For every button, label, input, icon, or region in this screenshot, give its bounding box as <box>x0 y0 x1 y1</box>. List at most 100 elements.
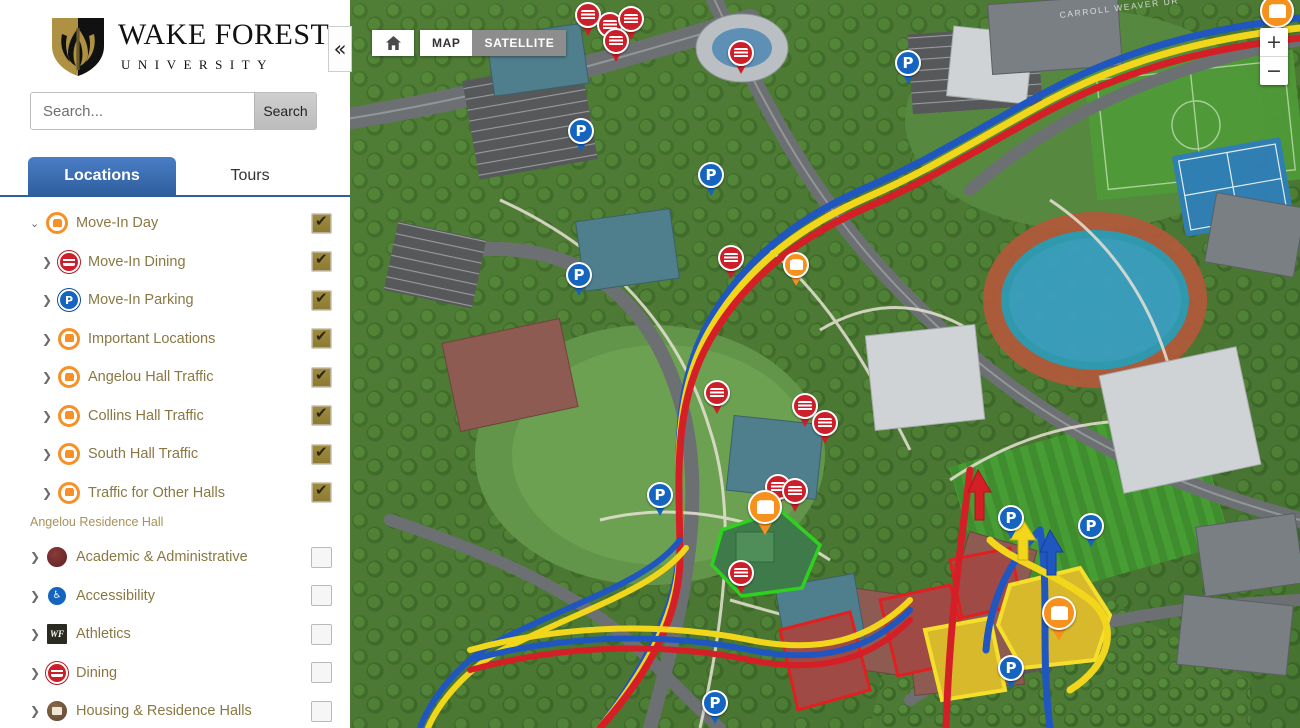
layer-checkbox[interactable] <box>311 327 332 350</box>
search-button[interactable]: Search <box>254 93 316 129</box>
important-orange-pin-icon <box>58 481 80 504</box>
tree-item-label: Traffic for Other Halls <box>88 484 225 501</box>
zoom-in-button[interactable]: + <box>1260 28 1288 56</box>
dining-marker[interactable] <box>728 560 754 594</box>
layer-checkbox[interactable] <box>311 443 332 465</box>
chevron-right-icon[interactable]: ❯ <box>30 551 46 563</box>
layer-checkbox[interactable] <box>311 546 332 568</box>
parking-marker[interactable]: P <box>895 50 921 84</box>
tree-row[interactable]: ❯ ♿ Accessibility <box>0 577 350 616</box>
dining-marker[interactable] <box>812 410 838 444</box>
search-row: Search <box>0 86 350 130</box>
brand-name-line1: WAKE FOREST <box>118 18 330 51</box>
chevron-right-icon[interactable]: ❯ <box>42 294 58 306</box>
tree-row[interactable]: ⌄ Move-In Day <box>0 204 350 243</box>
important-marker[interactable] <box>1042 596 1076 641</box>
chevron-right-icon[interactable]: ❯ <box>30 590 46 602</box>
chevron-down-icon[interactable]: ⌄ <box>30 218 46 229</box>
parking-marker[interactable]: P <box>566 262 592 296</box>
tree-item-label: Dining <box>76 664 118 681</box>
tree-item-label: Athletics <box>76 626 131 643</box>
tree-item-label: Housing & Residence Halls <box>76 703 252 720</box>
chevron-right-icon[interactable]: ❯ <box>42 448 58 460</box>
dining-marker[interactable] <box>718 245 744 279</box>
dining-marker[interactable] <box>728 40 754 74</box>
tab-locations[interactable]: Locations <box>28 157 176 195</box>
layer-checkbox[interactable] <box>311 623 332 645</box>
parking-marker[interactable]: P <box>647 482 673 516</box>
search-box[interactable]: Search <box>30 92 317 130</box>
brand-header: WAKE FOREST UNIVERSITY <box>0 0 350 86</box>
tree-item-label: Important Locations <box>88 330 216 347</box>
tree-row[interactable]: ❯ Collins Hall Traffic <box>0 397 350 436</box>
tree-row[interactable]: ❯ Angelou Hall Traffic <box>0 358 350 397</box>
important-marker[interactable] <box>783 252 809 286</box>
important-orange-pin-icon <box>58 443 80 466</box>
parking-marker[interactable]: P <box>702 690 728 724</box>
campus-map-page: CARROLL WEAVER DR MAP SATELLITE + − P P P P… <box>0 0 1300 728</box>
map-type-toggle[interactable]: MAP SATELLITE <box>420 30 567 56</box>
parking-blue-pin-icon: P <box>58 289 80 312</box>
layer-checkbox[interactable] <box>311 662 332 684</box>
important-orange-pin-icon <box>58 327 80 350</box>
tree-item-label: Move-In Parking <box>88 292 194 309</box>
parking-marker[interactable]: P <box>568 118 594 152</box>
tree-row[interactable]: ❯ Move-In Dining <box>0 243 350 282</box>
important-marker[interactable] <box>748 490 782 535</box>
layer-checkbox[interactable] <box>311 404 332 427</box>
layer-checkbox[interactable] <box>311 585 332 607</box>
chevron-right-icon[interactable]: ❯ <box>42 487 58 499</box>
layer-checkbox[interactable] <box>311 212 332 234</box>
chevron-right-icon[interactable]: ❯ <box>42 333 58 345</box>
map-type-map[interactable]: MAP <box>420 30 473 56</box>
chevron-right-icon[interactable]: ❯ <box>30 628 46 640</box>
parking-marker[interactable]: P <box>998 655 1024 689</box>
chevron-right-icon[interactable]: ❯ <box>30 667 46 679</box>
map-type-satellite[interactable]: SATELLITE <box>472 30 567 56</box>
tree-item-label: Angelou Hall Traffic <box>88 369 214 386</box>
dining-marker[interactable] <box>704 380 730 414</box>
tab-tours[interactable]: Tours <box>176 157 324 195</box>
tree-row[interactable]: ❯ WF Athletics <box>0 615 350 654</box>
satellite-map-imagery[interactable]: CARROLL WEAVER DR <box>350 0 1300 728</box>
residence-hall-icon <box>46 700 68 723</box>
zoom-out-button[interactable]: − <box>1260 57 1288 85</box>
chevron-right-icon[interactable]: ❯ <box>30 705 46 717</box>
dining-marker[interactable] <box>603 28 629 62</box>
tree-row[interactable]: ❯ Traffic for Other Halls <box>0 474 350 513</box>
layer-checkbox[interactable] <box>311 366 332 388</box>
tree-row[interactable]: ❯ South Hall Traffic <box>0 435 350 474</box>
tree-row[interactable]: ❯ Dining <box>0 654 350 693</box>
layer-checkbox[interactable] <box>311 289 332 311</box>
chevron-right-icon[interactable]: ❯ <box>42 371 58 383</box>
parking-marker[interactable]: P <box>1078 513 1104 547</box>
tree-row[interactable]: ❯ Academic & Administrative <box>0 538 350 577</box>
sidebar-collapse-button[interactable]: « <box>328 26 352 72</box>
tree-row[interactable]: ❯ P Move-In Parking <box>0 281 350 320</box>
dining-red-pin-icon <box>58 250 80 273</box>
home-button[interactable] <box>372 30 414 56</box>
map-viewport[interactable]: CARROLL WEAVER DR MAP SATELLITE + − P P P P… <box>350 0 1300 728</box>
home-icon <box>385 36 401 50</box>
layer-checkbox[interactable] <box>311 481 332 504</box>
dining-marker[interactable] <box>782 478 808 512</box>
wf-athletics-icon: WF <box>46 623 68 646</box>
chevron-right-icon[interactable]: ❯ <box>42 410 58 422</box>
parking-marker[interactable]: P <box>698 162 724 196</box>
layer-checkbox[interactable] <box>311 700 332 722</box>
wfu-crest-icon <box>46 546 68 569</box>
sidebar-tabs[interactable]: Locations Tours <box>0 157 350 197</box>
important-orange-pin-icon <box>58 366 80 389</box>
tree-item-label: Move-In Day <box>76 215 159 232</box>
chevron-right-icon[interactable]: ❯ <box>42 256 58 268</box>
zoom-controls[interactable]: + − <box>1260 28 1288 85</box>
tree-row[interactable]: ❯ Housing & Residence Halls <box>0 692 350 728</box>
tree-row[interactable]: ❯ Important Locations <box>0 320 350 359</box>
parking-marker[interactable]: P <box>998 505 1024 539</box>
search-input[interactable] <box>31 93 254 129</box>
accessibility-icon: ♿ <box>46 584 68 607</box>
layer-checkbox[interactable] <box>311 250 332 273</box>
tree-item-label: Collins Hall Traffic <box>88 407 204 424</box>
tree-item-label: Academic & Administrative <box>76 549 248 566</box>
tree-item-label: South Hall Traffic <box>88 446 199 463</box>
